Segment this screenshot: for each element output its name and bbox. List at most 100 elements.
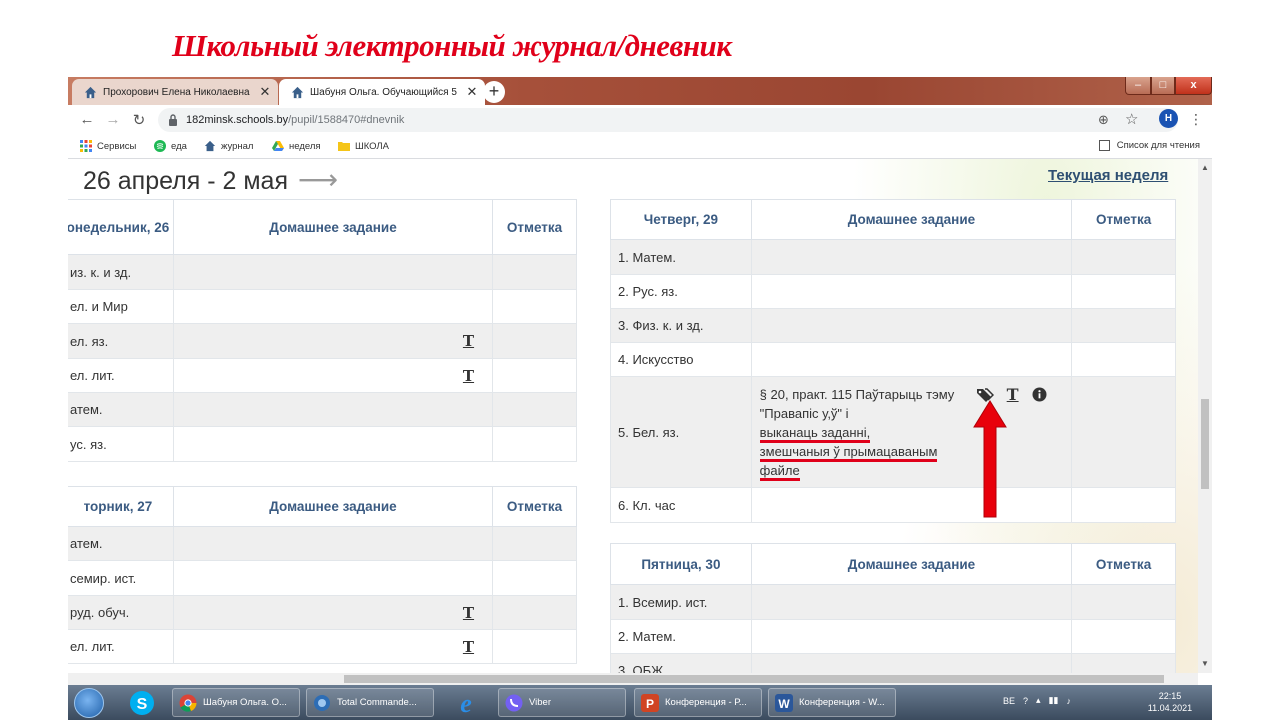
google-drive-icon	[272, 141, 284, 151]
bookmark-journal[interactable]: журнал	[204, 140, 253, 152]
viber-icon	[505, 694, 523, 711]
forward-arrow-icon[interactable]: →	[104, 111, 122, 128]
bookmark-school-folder[interactable]: ШКОЛА	[338, 140, 389, 152]
menu-kebab-icon[interactable]: ⋮	[1189, 111, 1203, 128]
school-home-icon	[204, 140, 216, 152]
lesson-name: семир. ист.	[68, 560, 174, 596]
lesson-name: ел. лит.	[68, 629, 174, 664]
clock[interactable]: 22:15 11.04.2021	[1140, 690, 1200, 714]
week-range: 26 апреля - 2 мая ⟶	[83, 163, 338, 196]
url-text[interactable]: 182minsk.schools.by/pupil/1588470#dnevni…	[186, 114, 404, 126]
browser-window: Прохорович Елена Николаевна ✕ Шабуня Оль…	[68, 77, 1212, 720]
volume-icon[interactable]: ♪	[1066, 696, 1071, 706]
lesson-name: 4. Искусство	[610, 342, 752, 377]
tab-title: Шабуня Ольга. Обучающийся 5	[310, 86, 457, 98]
vertical-scrollbar[interactable]: ▲ ▼	[1198, 159, 1212, 673]
taskbar-label: Конференция - W...	[799, 697, 885, 708]
taskbar-viber[interactable]: Viber	[498, 688, 626, 717]
day-header: онедельник, 26	[68, 199, 174, 255]
current-week-link[interactable]: Текущая неделя	[1048, 167, 1168, 184]
scroll-down-icon[interactable]: ▼	[1201, 659, 1209, 668]
reading-list[interactable]: Список для чтения	[1098, 140, 1200, 151]
day-header: Четверг, 29	[610, 199, 752, 240]
internet-explorer-icon[interactable]: e	[452, 689, 480, 717]
mark-cell	[492, 392, 577, 427]
total-commander-icon	[314, 694, 330, 711]
svg-text:W: W	[778, 697, 790, 711]
text-format-icon[interactable]: T	[172, 595, 494, 630]
lesson-name: ус. яз.	[68, 426, 174, 462]
system-tray: BE ? ▴ ▮▮ ♪	[1003, 695, 1071, 706]
url-path: /pupil/1588470#dnevnik	[288, 114, 405, 126]
reload-icon[interactable]: ↻	[130, 111, 148, 129]
tray-expand-icon[interactable]: ▴	[1036, 695, 1041, 706]
language-indicator[interactable]: BE	[1003, 696, 1015, 706]
tab-prokhorovich[interactable]: Прохорович Елена Николаевна ✕	[72, 79, 278, 105]
bookmark-week[interactable]: неделя	[272, 140, 321, 152]
homework-cell	[172, 560, 494, 596]
homework-header: Домашнее задание	[750, 543, 1073, 585]
homework-cell	[750, 274, 1073, 309]
tab-close-icon[interactable]: ✕	[258, 84, 272, 100]
bookmark-services[interactable]: Сервисы	[80, 140, 136, 152]
skype-icon[interactable]: S	[128, 689, 156, 717]
maximize-button[interactable]: □	[1151, 77, 1175, 95]
homework-line-b: выканаць заданні,	[759, 424, 871, 443]
tuesday-table: торник, 27 Домашнее задание Отметка атем…	[68, 486, 577, 664]
mark-cell	[492, 595, 577, 630]
info-icon[interactable]	[1032, 387, 1047, 402]
text-format-icon[interactable]: T	[172, 323, 494, 359]
profile-avatar[interactable]: Н	[1159, 109, 1178, 128]
lesson-name: 3. Физ. к. и зд.	[610, 308, 752, 343]
horizontal-scrollbar[interactable]	[68, 673, 1198, 685]
text-format-icon[interactable]: T	[172, 358, 494, 393]
week-range-text: 26 апреля - 2 мая	[83, 167, 288, 195]
bookmark-food[interactable]: еда	[154, 140, 187, 152]
lesson-name: ел. лит.	[68, 358, 174, 393]
mark-cell	[492, 323, 577, 359]
mark-cell	[1071, 376, 1176, 488]
minimize-button[interactable]: –	[1125, 77, 1151, 95]
homework-header: Домашнее задание	[172, 199, 494, 255]
homework-cell	[750, 342, 1073, 377]
next-week-arrow-icon[interactable]: ⟶	[298, 164, 338, 195]
monday-table: онедельник, 26 Домашнее задание Отметка …	[68, 199, 577, 462]
homework-cell-bel-yaz: § 20, практ. 115 Паўтарыць тэму "Правапі…	[750, 376, 1073, 488]
bookmark-label: Сервисы	[97, 140, 137, 152]
lesson-name: 1. Всемир. ист.	[610, 584, 752, 620]
start-button[interactable]	[74, 688, 104, 718]
word-icon: W	[775, 693, 793, 712]
back-arrow-icon[interactable]: ←	[78, 111, 96, 128]
taskbar-chrome[interactable]: Шабуня Ольга. О...	[172, 688, 300, 717]
food-site-icon	[154, 140, 166, 152]
taskbar-powerpoint[interactable]: P Конференция - Р...	[634, 688, 762, 717]
mark-cell	[492, 358, 577, 393]
new-tab-button[interactable]: +	[483, 81, 505, 103]
mark-cell	[1071, 308, 1176, 343]
lesson-name: ел. и Мир	[68, 289, 174, 324]
mark-header: Отметка	[1071, 199, 1176, 240]
homework-cell	[750, 487, 1073, 523]
text-format-icon[interactable]: T	[172, 629, 494, 664]
taskbar-total-commander[interactable]: Total Commande...	[306, 688, 434, 717]
homework-cell	[172, 526, 494, 561]
homework-cell	[750, 619, 1073, 654]
bookmark-label: неделя	[289, 140, 321, 152]
tab-close-icon[interactable]: ✕	[465, 84, 479, 100]
network-icon[interactable]: ▮▮	[1049, 695, 1059, 706]
homework-text: § 20, практ. 115 Паўтарыць тэму "Правапі…	[759, 385, 970, 481]
tab-shabunya[interactable]: Шабуня Ольга. Обучающийся 5 ✕	[279, 79, 485, 105]
mark-cell	[1071, 619, 1176, 654]
mark-header: Отметка	[492, 486, 577, 527]
zoom-icon[interactable]: ⊕	[1098, 112, 1109, 128]
friday-table: Пятница, 30 Домашнее задание Отметка 1. …	[610, 543, 1176, 673]
close-window-button[interactable]: x	[1175, 77, 1212, 95]
bookmark-star-icon[interactable]: ☆	[1125, 110, 1138, 128]
help-icon[interactable]: ?	[1023, 696, 1028, 706]
taskbar-word[interactable]: W Конференция - W...	[768, 688, 896, 717]
scroll-up-icon[interactable]: ▲	[1201, 163, 1209, 172]
text-format-icon[interactable]: T	[1007, 385, 1019, 404]
taskbar-label: Конференция - Р...	[665, 697, 747, 708]
scrollbar-thumb[interactable]	[344, 675, 1164, 683]
scrollbar-thumb[interactable]	[1201, 399, 1209, 489]
